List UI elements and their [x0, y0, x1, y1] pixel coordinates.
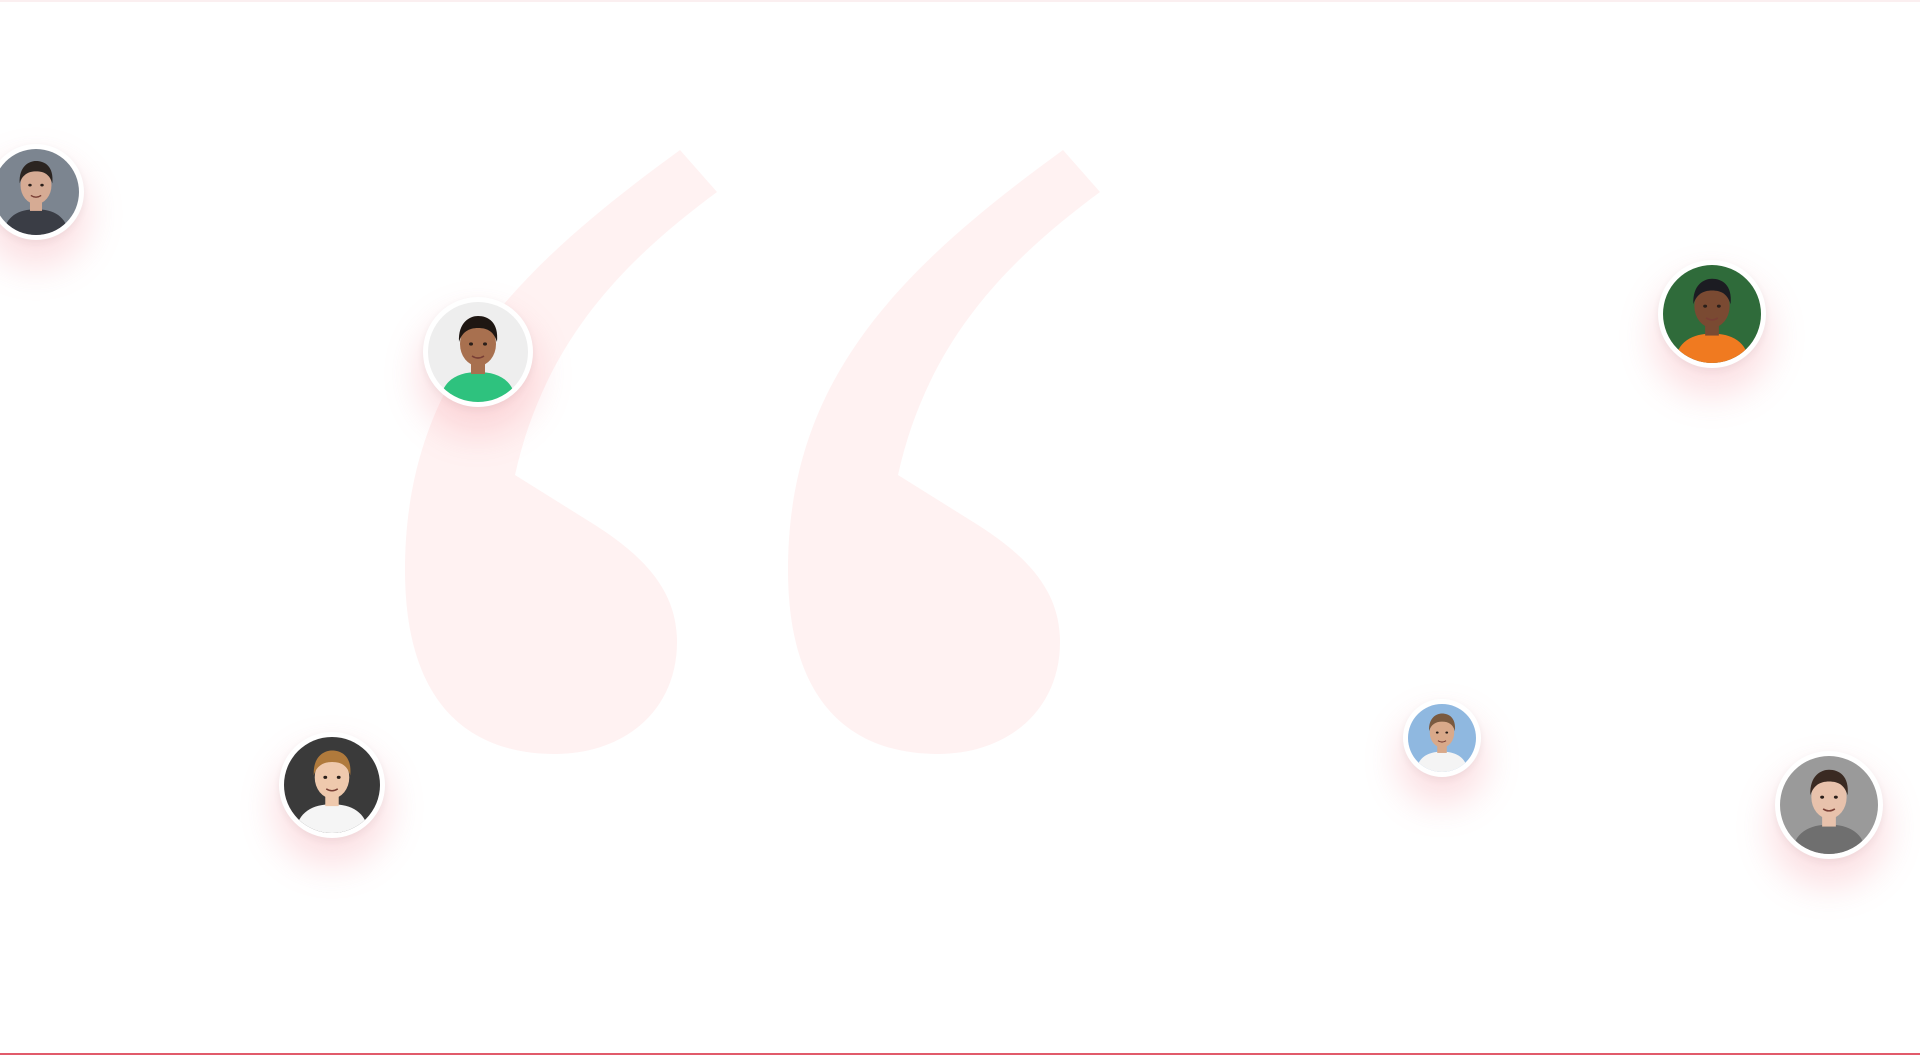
testimonial-background-section: [0, 0, 1920, 1057]
avatar-1: [0, 144, 84, 240]
quote-right-stroke: [788, 150, 1100, 754]
opening-quote-mark-icon: [405, 150, 1100, 754]
person-portrait-icon: [428, 302, 528, 402]
quote-left-stroke: [405, 150, 717, 754]
person-portrait-icon: [0, 149, 79, 235]
avatar-2: [423, 297, 533, 407]
top-divider: [0, 0, 1920, 2]
avatar-6: [1775, 751, 1883, 859]
bottom-divider: [0, 1053, 1920, 1055]
person-portrait-icon: [1663, 265, 1761, 363]
avatar-4: [279, 732, 385, 838]
person-portrait-icon: [284, 737, 380, 833]
person-portrait-icon: [1408, 704, 1476, 772]
person-portrait-icon: [1780, 756, 1878, 854]
avatar-3: [1658, 260, 1766, 368]
avatar-5: [1403, 699, 1481, 777]
